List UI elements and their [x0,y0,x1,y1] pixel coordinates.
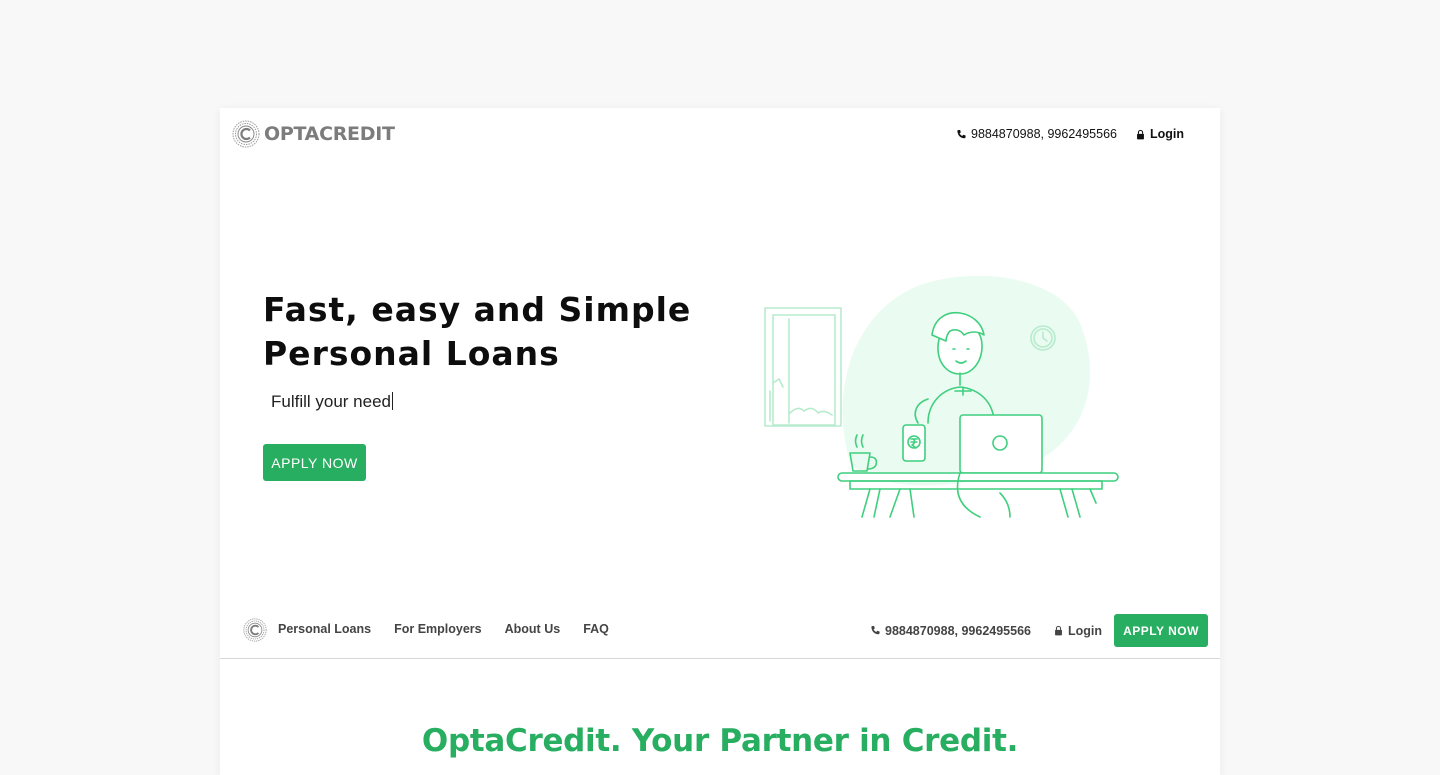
hero-illustration [764,275,1119,518]
top-contact: 9884870988, 9962495566 Login [956,127,1184,141]
lock-icon [1137,129,1144,139]
login-link[interactable]: Login [1135,127,1184,141]
login-label: Login [1149,127,1184,141]
phone-icon [957,129,966,138]
nav-links: Personal Loans For Employers About Us FA… [278,622,632,636]
nav-login-link[interactable]: Login [1053,624,1102,638]
nav-phone-number[interactable]: 9884870988, 9962495566 [870,624,1031,638]
hero-title-line-1: Fast, easy and Simple [263,290,692,329]
main-navbar: Personal Loans For Employers About Us FA… [220,602,1220,659]
hero-subtitle-text: Fulfill your need [271,392,392,411]
page-card: OPTACREDIT 9884870988, 9962495566 Login … [220,108,1220,775]
nav-phone-text: 9884870988, 9962495566 [885,623,1031,638]
nav-link-for-employers[interactable]: For Employers [394,622,482,636]
hero-title: Fast, easy and Simple Personal Loans [263,288,691,376]
nav-apply-now-button[interactable]: APPLY NOW [1114,614,1208,647]
nav-link-about-us[interactable]: About Us [505,622,561,636]
hero-apply-now-button[interactable]: APPLY NOW [263,444,366,481]
hero-title-line-2: Personal Loans [263,334,560,373]
phone-text: 9884870988, 9962495566 [971,127,1117,141]
brand-logo[interactable]: OPTACREDIT [232,120,395,148]
nav-right: 9884870988, 9962495566 Login APPLY NOW [870,614,1208,647]
phone-number[interactable]: 9884870988, 9962495566 [956,127,1117,141]
optacredit-logo-icon [232,120,260,148]
nav-link-personal-loans[interactable]: Personal Loans [278,622,371,636]
brand-name: OPTACREDIT [264,123,395,145]
phone-icon [871,626,880,635]
hero-subtitle: Fulfill your need [271,392,394,412]
nav-link-faq[interactable]: FAQ [583,622,609,636]
nav-login-label: Login [1067,623,1102,638]
typing-caret [392,392,394,410]
tagline-heading: OptaCredit. Your Partner in Credit. [421,723,1019,759]
optacredit-logo-icon[interactable] [243,618,267,642]
top-header: OPTACREDIT 9884870988, 9962495566 Login [220,108,1220,164]
lock-icon [1055,625,1062,636]
